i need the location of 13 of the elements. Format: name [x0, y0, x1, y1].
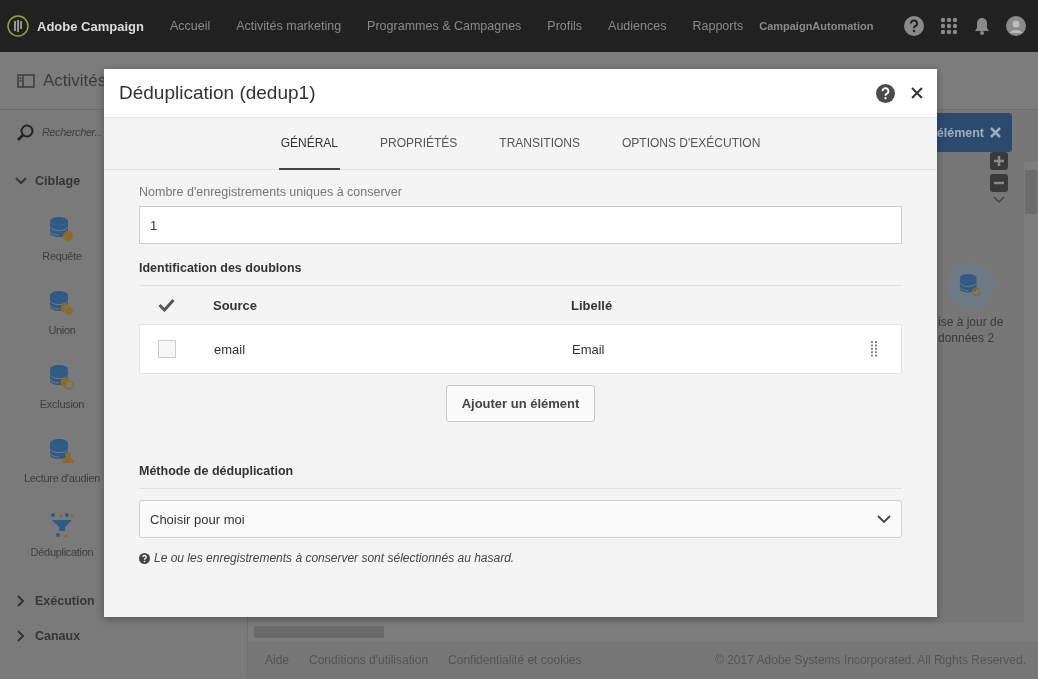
hint-text: Le ou les enregistrements à conserver sont sélectionnés au hasard.: [154, 551, 515, 565]
node-label: ise à jour de: [938, 314, 1004, 330]
table-cell-text: Email: [572, 341, 606, 357]
brand-name: Adobe Campaign: [37, 18, 144, 34]
section-title: Méthode de déduplication: [139, 464, 902, 489]
column-header: Libellé: [571, 297, 614, 313]
field-label: Nombre d'enregistrements uniques à conserver: [139, 185, 403, 199]
section-title: Identification des doublons: [139, 261, 902, 286]
column-header: Source: [213, 297, 259, 313]
node-label: données 2: [938, 330, 995, 346]
dialog-title: Déduplication (dedup1): [119, 82, 316, 104]
table-cell-text: email: [214, 341, 247, 357]
page-title: Activités: [43, 70, 107, 91]
